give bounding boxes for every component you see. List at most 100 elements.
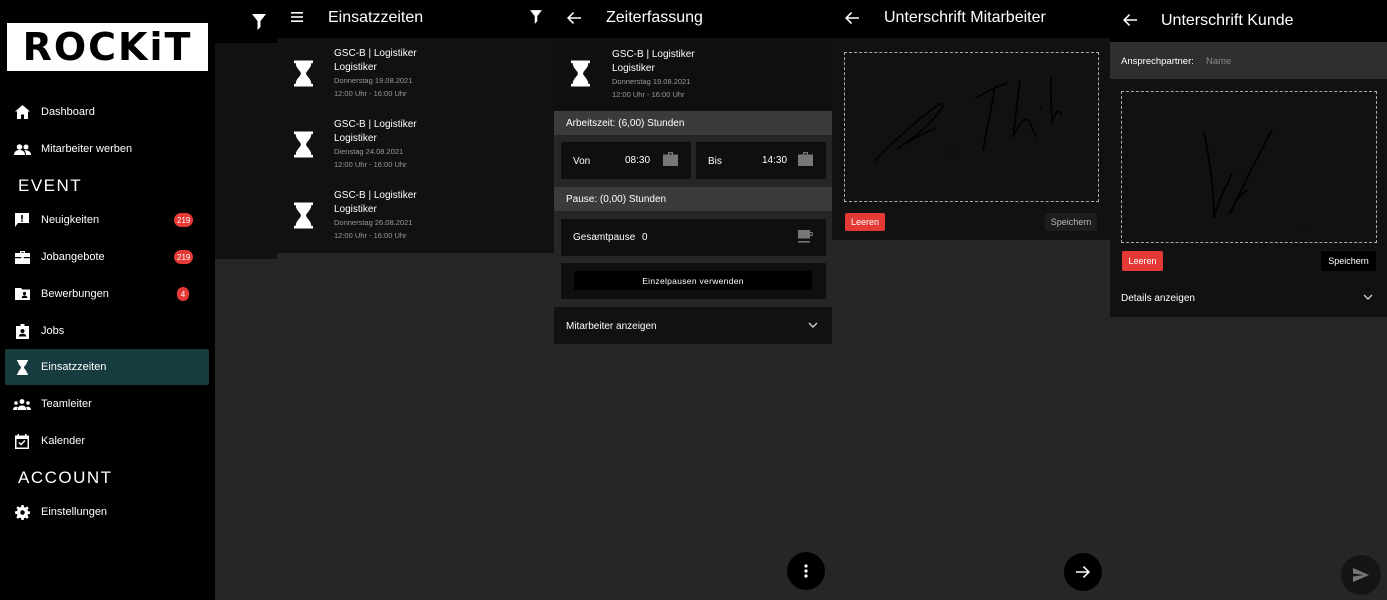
- ansprechpartner-input[interactable]: Name: [1206, 56, 1231, 67]
- navigation-drawer: ROCKiT Dashboard Mitarbeiter werben EVEN…: [0, 0, 215, 600]
- notification-badge: 219: [174, 250, 194, 264]
- nav-item-jobangebote[interactable]: Jobangebote 219: [5, 239, 209, 275]
- app-bar: Unterschrift Mitarbeiter: [832, 0, 1110, 38]
- nav-label: Kalender: [41, 435, 86, 447]
- hourglass-icon: [294, 58, 313, 89]
- signature-card: Leeren Speichern Details anzeigen: [1110, 79, 1387, 317]
- gesamtpause-field[interactable]: Gesamtpause 0: [561, 219, 826, 256]
- page-title: Unterschrift Kunde: [1161, 12, 1294, 29]
- von-value: 08:30: [625, 155, 651, 166]
- arrow-forward-icon: [1076, 566, 1090, 578]
- shift-role: Logistiker: [334, 62, 377, 73]
- gesamtpause-label: Gesamtpause: [573, 232, 636, 243]
- unterschrift-mitarbeiter-screen: Unterschrift Mitarbeiter Leeren Speicher…: [832, 0, 1110, 600]
- nav-item-einsatzzeiten[interactable]: Einsatzzeiten: [5, 349, 209, 385]
- calendar-check-icon: [13, 433, 31, 449]
- signature-drawing: [1203, 129, 1305, 226]
- badge-icon: [13, 323, 31, 339]
- shift-company: GSC-B | Logistiker: [612, 49, 695, 60]
- shift-time: 12:00 Uhr - 16:00 Uhr: [334, 160, 407, 169]
- signature-pad[interactable]: [844, 52, 1099, 202]
- rockit-logo: ROCKiT: [7, 23, 208, 71]
- pause-header: Pause: (0,00) Stunden: [554, 187, 832, 211]
- ansprechpartner-field[interactable]: Ansprechpartner: Name: [1110, 42, 1387, 79]
- menu-icon[interactable]: [291, 12, 303, 22]
- nav-item-kalender[interactable]: Kalender: [5, 423, 209, 459]
- chevron-down-icon: [808, 322, 818, 329]
- nav-item-dashboard[interactable]: Dashboard: [5, 94, 209, 130]
- speichern-button[interactable]: Speichern: [1045, 213, 1097, 231]
- bis-label: Bis: [708, 156, 722, 167]
- page-title: Einsatzzeiten: [328, 9, 424, 26]
- bis-time-field[interactable]: Bis 14:30: [696, 142, 826, 179]
- more-options-button[interactable]: [787, 552, 825, 590]
- shift-list-item[interactable]: GSC-B | Logistiker Logistiker Donnerstag…: [277, 38, 554, 109]
- shift-summary: GSC-B | Logistiker Logistiker Donnerstag…: [554, 38, 832, 111]
- details-anzeigen-label: Details anzeigen: [1121, 293, 1195, 304]
- next-button[interactable]: [1064, 553, 1102, 591]
- app-bar: Einsatzzeiten: [277, 0, 554, 38]
- nav-item-jobs[interactable]: Jobs: [5, 313, 209, 349]
- leeren-button[interactable]: Leeren: [845, 213, 885, 231]
- nav-item-teamleiter[interactable]: Teamleiter: [5, 386, 209, 422]
- chevron-down-icon: [1363, 294, 1373, 301]
- shift-time: 12:00 Uhr - 16:00 Uhr: [334, 231, 407, 240]
- background-list: [215, 43, 277, 259]
- shift-role: Logistiker: [612, 63, 655, 74]
- nav-label: Bewerbungen: [41, 288, 109, 300]
- filter-icon[interactable]: [530, 10, 542, 24]
- signature-drawing: [874, 76, 1062, 162]
- bis-value: 14:30: [762, 155, 788, 166]
- von-label: Von: [573, 156, 591, 167]
- hourglass-icon: [294, 200, 313, 231]
- logo-text: ROCKiT: [22, 25, 193, 69]
- shift-list-item[interactable]: GSC-B | Logistiker Logistiker Dienstag 2…: [277, 109, 554, 180]
- shift-date: Donnerstag 26.08.2021: [334, 218, 413, 227]
- ansprechpartner-label: Ansprechpartner:: [1121, 56, 1194, 67]
- app-bar: Unterschrift Kunde: [1110, 0, 1387, 42]
- navigation-drawer-panel: ROCKiT Dashboard Mitarbeiter werben EVEN…: [0, 0, 277, 600]
- arbeitszeit-header: Arbeitszeit: (6,00) Stunden: [554, 111, 832, 135]
- nav-item-einstellungen[interactable]: Einstellungen: [5, 494, 209, 530]
- shift-list: GSC-B | Logistiker Logistiker Donnerstag…: [277, 38, 554, 253]
- nav-item-neuigkeiten[interactable]: Neuigkeiten 219: [5, 202, 209, 238]
- shift-role: Logistiker: [334, 204, 377, 215]
- mitarbeiter-anzeigen-expander[interactable]: Mitarbeiter anzeigen: [554, 307, 832, 344]
- send-icon: [1353, 568, 1369, 582]
- nav-label: Einsatzzeiten: [41, 361, 107, 373]
- back-arrow-icon[interactable]: [567, 12, 581, 24]
- section-account: ACCOUNT: [18, 468, 113, 487]
- nav-label: Teamleiter: [41, 398, 92, 410]
- von-time-field[interactable]: Von 08:30: [561, 142, 691, 179]
- more-vert-icon: [804, 564, 808, 578]
- shift-company: GSC-B | Logistiker: [334, 190, 417, 201]
- back-arrow-icon[interactable]: [1123, 14, 1137, 26]
- briefcase-icon: [663, 152, 678, 166]
- announcement-icon: [13, 213, 31, 227]
- filter-icon[interactable]: [252, 14, 266, 30]
- back-arrow-icon[interactable]: [845, 12, 859, 24]
- nav-label: Neuigkeiten: [41, 214, 100, 226]
- nav-label: Jobs: [41, 325, 65, 337]
- shift-date: Dienstag 24.08.2021: [334, 147, 404, 156]
- shift-company: GSC-B | Logistiker: [334, 48, 417, 59]
- signature-card: Leeren Speichern: [832, 38, 1110, 240]
- notification-badge: 4: [177, 287, 189, 301]
- leeren-button[interactable]: Leeren: [1122, 251, 1163, 271]
- signature-pad[interactable]: [1121, 91, 1377, 243]
- speichern-button[interactable]: Speichern: [1321, 251, 1376, 271]
- shift-role: Logistiker: [334, 133, 377, 144]
- einzelpausen-button[interactable]: Einzelpausen verwenden: [574, 271, 812, 290]
- shift-list-item[interactable]: GSC-B | Logistiker Logistiker Donnerstag…: [277, 180, 554, 251]
- home-icon: [13, 105, 31, 119]
- nav-item-bewerbungen[interactable]: Bewerbungen 4: [5, 276, 209, 312]
- briefcase-icon: [798, 152, 813, 166]
- mitarbeiter-anzeigen-label: Mitarbeiter anzeigen: [566, 321, 657, 332]
- shift-date: Donnerstag 19.08.2021: [334, 76, 413, 85]
- group-icon: [13, 398, 31, 410]
- nav-item-mitarbeiter-werben[interactable]: Mitarbeiter werben: [5, 131, 209, 167]
- page-title: Zeiterfassung: [606, 9, 703, 26]
- details-anzeigen-expander[interactable]: Details anzeigen: [1110, 279, 1387, 317]
- send-button[interactable]: [1341, 555, 1381, 595]
- hourglass-icon: [294, 129, 313, 160]
